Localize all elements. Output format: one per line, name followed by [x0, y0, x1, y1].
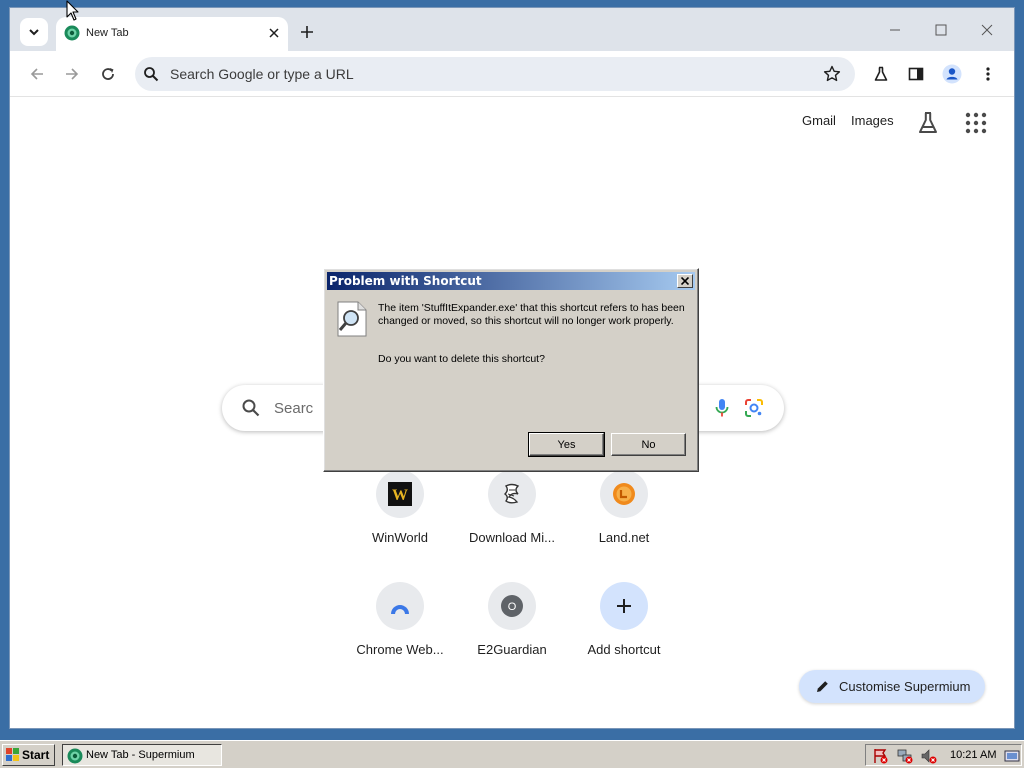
yes-button[interactable]: Yes	[528, 432, 605, 457]
supermium-icon	[67, 748, 83, 764]
svg-text:O: O	[508, 601, 517, 613]
shortcut-icon-circle: W	[376, 470, 424, 518]
taskbar-button-supermium[interactable]: New Tab - Supermium	[62, 744, 222, 766]
menu-button[interactable]	[976, 62, 1000, 86]
tab-title: New Tab	[86, 27, 129, 39]
dialog-close-button[interactable]	[677, 274, 693, 288]
no-button[interactable]: No	[611, 433, 686, 456]
shortcut-label: Download Mi...	[469, 530, 555, 545]
download-icon	[503, 483, 520, 504]
taskbar-button-label: New Tab - Supermium	[86, 749, 195, 761]
taskbar-clock: 10:21 AM	[950, 749, 997, 761]
labs-button[interactable]	[869, 62, 893, 86]
winworld-icon: W	[388, 482, 412, 506]
shortcut-tile-landnet[interactable]: Land.net	[569, 470, 679, 570]
network-icon[interactable]	[897, 748, 913, 764]
more-vert-icon	[986, 67, 990, 81]
search-icon	[144, 67, 159, 82]
shortcut-tile-e2guardian[interactable]: O E2Guardian	[457, 582, 567, 682]
e2guardian-icon: O	[501, 595, 523, 617]
shortcut-label: E2Guardian	[477, 642, 547, 657]
shortcut-tile-chrome-web[interactable]: Chrome Web...	[345, 582, 455, 682]
omnibox-placeholder: Search Google or type a URL	[170, 66, 354, 82]
images-link[interactable]: Images	[851, 113, 894, 128]
document-search-icon	[337, 301, 367, 337]
security-alert-icon[interactable]	[873, 748, 889, 764]
shortcut-tile-winworld[interactable]: W WinWorld	[345, 470, 455, 570]
reload-button[interactable]	[96, 62, 120, 86]
taskbar: Start New Tab - Supermium 10:21 AM	[0, 740, 1024, 768]
side-panel-button[interactable]	[904, 62, 928, 86]
dialog-title: Problem with Shortcut	[329, 274, 482, 288]
forward-button[interactable]	[60, 62, 84, 86]
shortcut-icon-circle	[488, 470, 536, 518]
flask-icon[interactable]	[916, 111, 940, 135]
profile-button[interactable]	[940, 62, 964, 86]
shortcut-icon-circle	[600, 470, 648, 518]
ntp-search-placeholder: Searc	[274, 400, 314, 417]
dialog-question: Do you want to delete this shortcut?	[378, 353, 545, 365]
minimize-icon	[890, 29, 900, 31]
star-icon[interactable]	[823, 65, 841, 83]
volume-muted-icon[interactable]	[921, 748, 937, 764]
back-button[interactable]	[25, 62, 49, 86]
system-tray: 10:21 AM	[865, 744, 1022, 766]
minimize-button[interactable]	[883, 20, 907, 40]
shortcut-icon-circle: O	[488, 582, 536, 630]
windows-logo-icon	[6, 748, 19, 761]
search-icon	[242, 399, 260, 417]
tab-search-button[interactable]	[20, 18, 48, 46]
apps-grid-icon[interactable]	[964, 111, 988, 135]
shortcut-icon-circle	[376, 582, 424, 630]
keyboard-layout-icon[interactable]	[1004, 748, 1020, 764]
shortcut-label: Land.net	[598, 530, 650, 545]
dialog-title-bar[interactable]: Problem with Shortcut	[327, 272, 695, 290]
start-label: Start	[22, 748, 50, 762]
back-arrow-icon	[30, 68, 43, 80]
forward-arrow-icon	[66, 68, 79, 80]
omnibox[interactable]: Search Google or type a URL	[135, 57, 855, 91]
problem-with-shortcut-dialog: Problem with Shortcut The item 'StuffItE…	[323, 268, 699, 472]
supermium-icon	[64, 25, 80, 41]
chevron-down-icon	[29, 29, 39, 36]
maximize-icon	[935, 24, 947, 36]
reload-icon	[102, 68, 114, 80]
landnet-icon	[613, 483, 635, 505]
shortcut-icon-circle	[600, 582, 648, 630]
tab-close-button[interactable]	[266, 25, 282, 41]
plus-icon	[301, 26, 313, 38]
pencil-icon	[817, 681, 828, 692]
shortcut-label: WinWorld	[371, 530, 429, 545]
tab-new-tab[interactable]: New Tab	[56, 17, 288, 51]
customise-button[interactable]: Customise Supermium	[799, 670, 985, 703]
plus-icon	[617, 599, 631, 613]
mouse-cursor-icon	[66, 0, 79, 21]
customise-label: Customise Supermium	[839, 679, 971, 694]
side-panel-icon	[908, 67, 924, 81]
svg-text:W: W	[392, 487, 408, 504]
add-shortcut-button[interactable]: Add shortcut	[569, 582, 679, 682]
lens-camera-icon[interactable]	[744, 398, 764, 418]
shortcut-label: Chrome Web...	[356, 642, 444, 657]
avatar-icon	[942, 64, 962, 84]
microphone-icon[interactable]	[715, 398, 729, 418]
close-window-button[interactable]	[975, 20, 999, 40]
shortcut-label: Add shortcut	[587, 642, 661, 657]
new-tab-button[interactable]	[296, 21, 318, 43]
close-icon	[681, 277, 689, 285]
shortcut-tile-download[interactable]: Download Mi...	[457, 470, 567, 570]
chrome-webstore-icon	[391, 605, 409, 614]
tab-strip: New Tab	[10, 8, 1014, 51]
maximize-button[interactable]	[929, 20, 953, 40]
close-icon	[981, 24, 993, 36]
dialog-message: The item 'StuffItExpander.exe' that this…	[378, 302, 685, 327]
browser-toolbar: Search Google or type a URL	[10, 51, 1014, 97]
close-icon	[269, 28, 279, 38]
gmail-link[interactable]: Gmail	[802, 113, 836, 128]
flask-icon	[874, 66, 888, 81]
start-button[interactable]: Start	[2, 744, 55, 766]
